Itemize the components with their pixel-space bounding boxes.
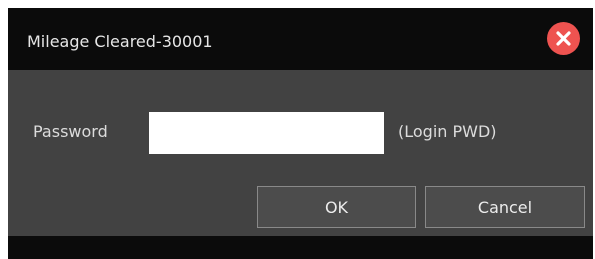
dialog-window: Mileage Cleared-30001 Password (Login PW… (8, 8, 593, 259)
ok-button[interactable]: OK (257, 186, 416, 228)
password-input[interactable] (149, 112, 384, 154)
page: Mileage Cleared-30001 Password (Login PW… (0, 0, 595, 259)
title-bar[interactable]: Mileage Cleared-30001 (8, 8, 593, 70)
cancel-button[interactable]: Cancel (425, 186, 585, 228)
password-label: Password (33, 122, 108, 141)
bottom-border (8, 236, 593, 259)
dialog-title: Mileage Cleared-30001 (27, 32, 213, 51)
close-icon (556, 31, 571, 46)
password-hint: (Login PWD) (398, 122, 497, 141)
dialog-body: Password (Login PWD) OK Cancel (8, 70, 593, 236)
close-button[interactable] (547, 22, 580, 55)
